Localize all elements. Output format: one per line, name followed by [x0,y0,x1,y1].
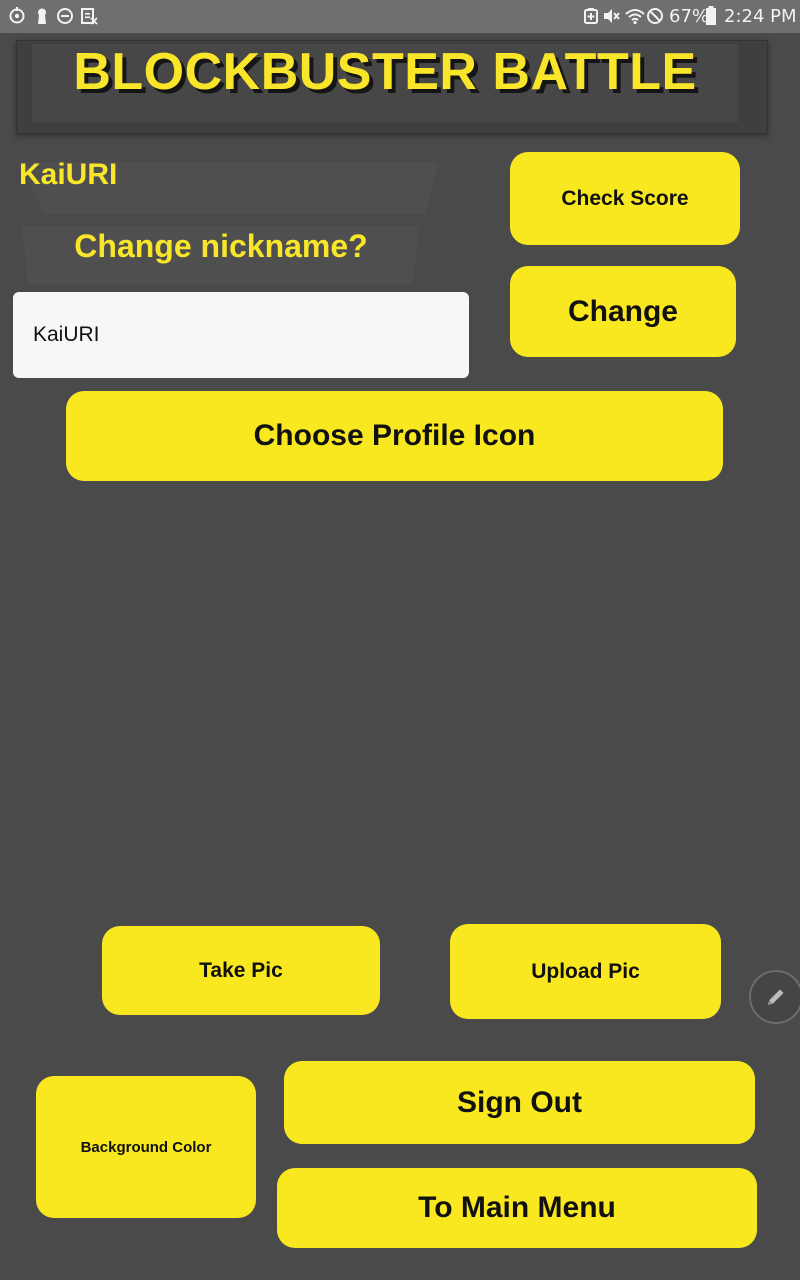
change-nickname-prompt: Change nickname? [74,228,368,264]
clock: 2:24 PM [724,6,797,27]
background-color-button[interactable]: Background Color [36,1076,256,1218]
sign-out-button[interactable]: Sign Out [284,1061,755,1144]
mute-icon [604,9,620,23]
nickname-input[interactable] [13,292,469,378]
battery-icon [706,6,716,25]
battery-percent: 67% [669,6,710,27]
floating-edit-button[interactable] [749,970,800,1024]
wifi-icon [625,9,645,25]
do-not-disturb-icon [57,8,73,24]
sync-icon [9,7,25,24]
take-pic-button[interactable]: Take Pic [102,926,380,1015]
page-title: BLOCKBUSTER BATTLE [73,43,697,101]
status-bar: 67% 2:24 PM [0,0,800,33]
keyhole-icon [38,8,46,24]
check-score-button[interactable]: Check Score [510,152,740,245]
battery-saver-icon [584,8,598,24]
blocked-icon [647,8,663,24]
pencil-icon [768,989,784,1005]
upload-pic-button[interactable]: Upload Pic [450,924,721,1019]
choose-profile-icon-button[interactable]: Choose Profile Icon [66,391,723,481]
clipboard-icon [81,8,98,25]
to-main-menu-button[interactable]: To Main Menu [277,1168,757,1248]
nickname-label: KaiURI [19,158,118,191]
change-button[interactable]: Change [510,266,736,357]
